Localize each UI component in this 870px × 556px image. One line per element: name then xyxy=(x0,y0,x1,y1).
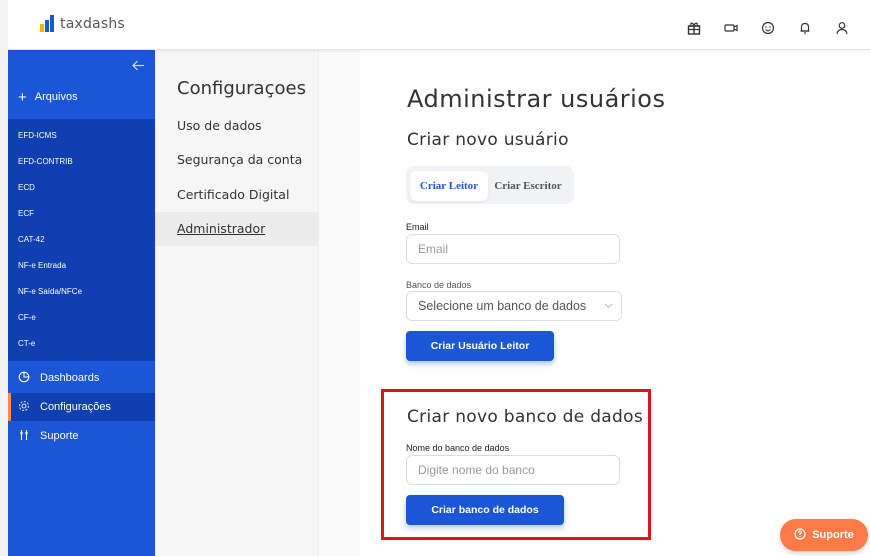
sidebar-subitem-cte[interactable]: CT-e xyxy=(18,339,35,348)
sidebar-subitem-nfe-entrada[interactable]: NF-e Entrada xyxy=(18,261,66,270)
settings-item-uso-de-dados[interactable]: Uso de dados xyxy=(177,118,262,133)
settings-item-seguranca[interactable]: Segurança da conta xyxy=(177,152,302,167)
window-edge xyxy=(0,0,8,556)
logo-text: taxdashs xyxy=(60,15,125,32)
database-select[interactable]: Selecione um banco de dados xyxy=(406,291,622,321)
sidebar-item-suporte[interactable]: Suporte xyxy=(8,422,155,450)
sidebar-subitem-cfe[interactable]: CF-e xyxy=(18,313,36,322)
page-title: Administrar usuários xyxy=(407,85,666,113)
sidebar-item-configuracoes[interactable]: Configurações xyxy=(8,393,155,421)
create-user-heading: Criar novo usuário xyxy=(407,130,569,150)
sidebar-item-arquivos[interactable]: + Arquivos xyxy=(18,88,78,106)
chevron-down-icon xyxy=(604,301,613,312)
sidebar-subitem-efd-icms[interactable]: EFD-ICMS xyxy=(18,131,57,140)
gift-icon[interactable] xyxy=(675,18,712,38)
settings-item-administrador[interactable]: Administrador xyxy=(177,221,265,236)
database-select-value: Selecione um banco de dados xyxy=(418,299,587,313)
support-button-label: Suporte xyxy=(812,529,854,541)
settings-item-certificado[interactable]: Certificado Digital xyxy=(177,187,289,202)
video-icon[interactable] xyxy=(712,18,749,38)
support-icon xyxy=(18,429,30,444)
highlight-box xyxy=(381,389,651,540)
sidebar: + Arquivos EFD-ICMS EFD-CONTRIB ECD ECF … xyxy=(8,50,155,556)
logo[interactable]: taxdashs xyxy=(40,15,125,32)
settings-menu: Configuraçoes Uso de dados Segurança da … xyxy=(155,50,318,556)
top-icons xyxy=(675,18,860,38)
email-label: Email xyxy=(406,222,429,232)
sidebar-item-label: Dashboards xyxy=(40,372,100,384)
sidebar-subitem-cat-42[interactable]: CAT-42 xyxy=(18,235,45,244)
top-bar: taxdashs xyxy=(0,0,870,50)
smile-icon[interactable] xyxy=(749,18,786,38)
sidebar-subitem-ecd[interactable]: ECD xyxy=(18,183,35,192)
plus-icon: + xyxy=(18,88,27,106)
divider-gutter xyxy=(318,50,360,556)
sidebar-submenu: EFD-ICMS EFD-CONTRIB ECD ECF CAT-42 NF-e… xyxy=(8,119,155,361)
create-reader-button[interactable]: Criar Usuário Leitor xyxy=(406,331,554,361)
sidebar-subitem-nfe-saida[interactable]: NF-e Saída/NFCe xyxy=(18,287,82,296)
logo-mark-icon xyxy=(40,15,56,32)
sidebar-item-dashboards[interactable]: Dashboards xyxy=(8,364,155,392)
user-type-tabs: Criar Leitor Criar Escritor xyxy=(406,166,574,204)
email-field[interactable]: Email xyxy=(406,234,620,264)
db-label: Banco de dados xyxy=(406,280,472,290)
sidebar-item-label: Configurações xyxy=(40,401,111,413)
bell-icon[interactable] xyxy=(786,18,823,38)
help-circle-icon xyxy=(794,527,806,543)
gear-icon xyxy=(18,400,30,415)
settings-title: Configuraçoes xyxy=(177,78,306,99)
support-button[interactable]: Suporte xyxy=(780,519,868,551)
email-placeholder: Email xyxy=(418,242,449,256)
sidebar-subitem-ecf[interactable]: ECF xyxy=(18,209,34,218)
arrow-left-icon[interactable] xyxy=(132,58,145,75)
tab-criar-leitor[interactable]: Criar Leitor xyxy=(410,171,488,201)
sidebar-item-label: Suporte xyxy=(40,430,79,442)
sidebar-item-label: Arquivos xyxy=(34,91,78,103)
user-icon[interactable] xyxy=(823,18,860,38)
chart-pie-icon xyxy=(18,371,30,386)
tab-criar-escritor[interactable]: Criar Escritor xyxy=(488,171,568,201)
sidebar-subitem-efd-contrib[interactable]: EFD-CONTRIB xyxy=(18,157,73,166)
